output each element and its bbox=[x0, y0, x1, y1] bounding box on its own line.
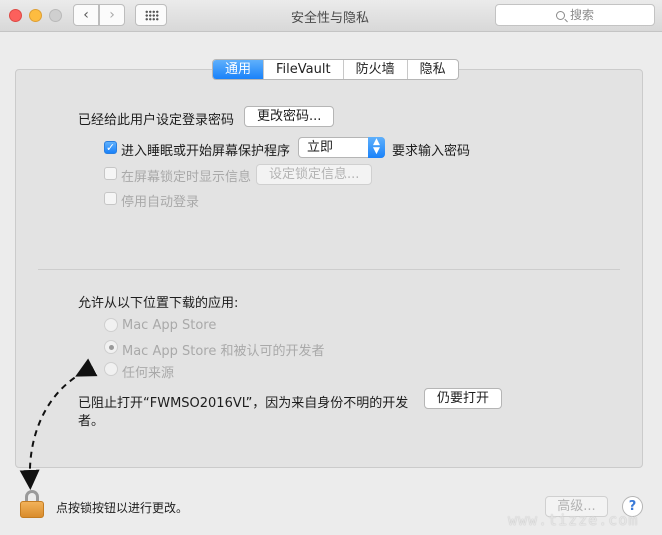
grid-icon bbox=[145, 10, 159, 21]
sleep-checkbox-label: 进入睡眠或开始屏幕保护程序 bbox=[121, 144, 291, 159]
radio-app-store-identified-devs[interactable] bbox=[104, 340, 118, 354]
tab-privacy[interactable]: 隐私 bbox=[406, 60, 458, 79]
lock-hint-text: 点按锁按钮以进行更改。 bbox=[56, 501, 189, 515]
zoom-window-button[interactable] bbox=[49, 9, 62, 22]
password-delay-select[interactable]: 立即 ▲ ▼ bbox=[298, 137, 385, 158]
window-title: 安全性与隐私 bbox=[290, 11, 369, 26]
minimize-window-button[interactable] bbox=[29, 9, 42, 22]
require-password-label: 要求输入密码 bbox=[392, 144, 471, 159]
search-field[interactable]: 搜索 bbox=[495, 4, 655, 26]
download-source-heading: 允许从以下位置下载的应用: bbox=[78, 296, 239, 311]
open-anyway-button[interactable]: 仍要打开 bbox=[424, 388, 503, 409]
close-window-button[interactable] bbox=[9, 9, 22, 22]
tab-firewall[interactable]: 防火墙 bbox=[342, 60, 407, 79]
watermark-text: www.tizze.com bbox=[508, 511, 639, 529]
disable-autologin-checkbox[interactable] bbox=[104, 192, 117, 205]
forward-button[interactable]: › bbox=[99, 4, 125, 26]
radio-mac-app-store-label: Mac App Store bbox=[122, 318, 217, 333]
radio-anywhere[interactable] bbox=[104, 362, 118, 376]
padlock-icon bbox=[20, 501, 44, 518]
set-lock-message-button[interactable]: 设定锁定信息... bbox=[256, 164, 373, 185]
section-divider bbox=[38, 269, 620, 270]
radio-app-store-identified-devs-label: Mac App Store 和被认可的开发者 bbox=[122, 344, 325, 359]
password-delay-value: 立即 bbox=[307, 140, 334, 155]
lock-message-label: 在屏幕锁定时显示信息 bbox=[121, 170, 252, 185]
sleep-password-checkbox[interactable]: ✓ bbox=[104, 141, 117, 154]
search-icon bbox=[555, 11, 565, 20]
search-placeholder: 搜索 bbox=[569, 8, 594, 22]
tab-bar: 通用 FileVault 防火墙 隐私 bbox=[212, 59, 459, 80]
blocked-app-message-line2: 者。 bbox=[78, 414, 105, 429]
back-button[interactable]: ‹ bbox=[73, 4, 99, 26]
change-password-button[interactable]: 更改密码... bbox=[244, 106, 335, 127]
tab-general[interactable]: 通用 bbox=[213, 60, 264, 79]
radio-anywhere-label: 任何来源 bbox=[122, 366, 175, 381]
lock-button[interactable] bbox=[20, 490, 44, 518]
disable-autologin-label: 停用自动登录 bbox=[121, 195, 200, 210]
blocked-app-message-line1: 已阻止打开“FWMSO2016VL”，因为来自身份不明的开发 bbox=[78, 396, 409, 411]
radio-mac-app-store[interactable] bbox=[104, 318, 118, 332]
stepper-arrows-icon: ▲ ▼ bbox=[368, 137, 385, 158]
lock-message-checkbox[interactable] bbox=[104, 167, 117, 180]
show-all-button[interactable] bbox=[135, 4, 167, 26]
password-set-label: 已经给此用户设定登录密码 bbox=[78, 113, 235, 128]
tab-filevault[interactable]: FileVault bbox=[263, 60, 343, 79]
